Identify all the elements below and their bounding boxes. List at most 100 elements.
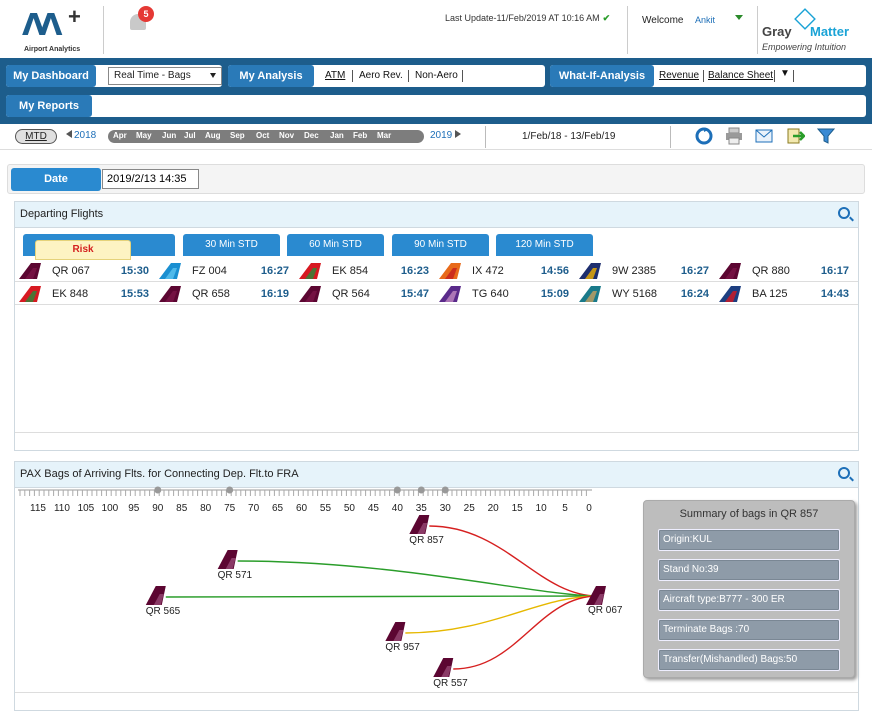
link-divider: [703, 70, 704, 82]
flight-time: 14:56: [540, 265, 569, 277]
flight-time: 14:43: [820, 288, 849, 300]
tab-risk[interactable]: Risk: [35, 240, 131, 260]
whatif-link-revenue[interactable]: Revenue: [659, 70, 699, 81]
panel-title: PAX Bags of Arriving Flts. for Connectin…: [20, 468, 299, 480]
mail-icon[interactable]: [755, 127, 773, 145]
flight-code: TG 640: [472, 288, 509, 300]
export-icon[interactable]: [787, 127, 805, 145]
oman-tail-icon: [577, 285, 603, 303]
link-divider: [774, 70, 775, 82]
scale-label: 20: [487, 503, 499, 514]
user-menu-caret-icon[interactable]: [735, 15, 743, 20]
month-mar[interactable]: Mar: [377, 131, 391, 140]
departing-flight-label: QR 067: [588, 605, 623, 616]
notification-bell-button[interactable]: 5: [128, 6, 154, 32]
scale-label: 5: [562, 503, 568, 514]
flight-time: 16:27: [680, 265, 709, 277]
month-jan[interactable]: Jan: [330, 131, 344, 140]
month-oct[interactable]: Oct: [256, 131, 269, 140]
flight-time: 16:17: [820, 265, 849, 277]
flight-item[interactable]: QR 880 16:17: [715, 260, 855, 282]
date-filter-bar: Date: [7, 164, 865, 194]
flight-time: 16:23: [400, 265, 429, 277]
more-caret-icon[interactable]: ▼: [780, 68, 790, 79]
link-divider: [408, 70, 409, 82]
tab-30-min-std[interactable]: 30 Min STD: [183, 234, 280, 256]
panel-title: Departing Flights: [20, 208, 104, 220]
month-may[interactable]: May: [136, 131, 152, 140]
filter-icon[interactable]: [817, 127, 835, 145]
last-update-text: Last Update-11/Feb/2019 AT 10:16 AM ✔: [445, 13, 610, 24]
scale-label: 40: [391, 503, 403, 514]
flight-item[interactable]: 9W 2385 16:27: [575, 260, 715, 282]
reports-nav: My Reports: [6, 95, 866, 117]
month-dec[interactable]: Dec: [304, 131, 319, 140]
month-sep[interactable]: Sep: [230, 131, 245, 140]
month-feb[interactable]: Feb: [353, 131, 367, 140]
user-name[interactable]: Ankit: [695, 15, 715, 25]
month-strip[interactable]: Apr May Jun Jul Aug Sep Oct Nov Dec Jan …: [108, 130, 424, 143]
scale-label: 70: [248, 503, 260, 514]
month-nov[interactable]: Nov: [279, 131, 294, 140]
check-icon: ✔: [602, 13, 611, 23]
what-if-analysis-button[interactable]: What-If-Analysis: [550, 65, 654, 87]
flight-item[interactable]: QR 658 16:19: [155, 283, 295, 305]
flight-item[interactable]: TG 640 15:09: [435, 283, 575, 305]
link-divider: [352, 70, 353, 82]
flight-item[interactable]: WY 5168 16:24: [575, 283, 715, 305]
my-dashboard-button[interactable]: My Dashboard: [6, 65, 96, 87]
flight-item[interactable]: EK 854 16:23: [295, 260, 435, 282]
flight-item[interactable]: QR 564 15:47: [295, 283, 435, 305]
flight-code: EK 854: [332, 265, 369, 277]
flight-item[interactable]: IX 472 14:56: [435, 260, 575, 282]
zoom-icon[interactable]: [838, 467, 850, 479]
scale-label: 15: [511, 503, 523, 514]
scale-label: 35: [415, 503, 427, 514]
emirates-tail-icon: [17, 285, 43, 303]
dashboard-select[interactable]: Real Time - Bags: [108, 67, 222, 85]
my-analysis-button[interactable]: My Analysis: [228, 65, 314, 87]
whatif-link-balance-sheet[interactable]: Balance Sheet: [708, 70, 773, 81]
airport-analytics-logo[interactable]: ΛΛ + Airport Analytics: [22, 4, 84, 56]
flight-item[interactable]: FZ 004 16:27: [155, 260, 295, 282]
scale-label: 60: [295, 503, 308, 514]
scale-label: 30: [439, 503, 451, 514]
summary-stand: Stand No:39: [658, 559, 840, 581]
month-jun[interactable]: Jun: [162, 131, 176, 140]
panel-header: PAX Bags of Arriving Flts. for Connectin…: [15, 462, 858, 488]
flight-item[interactable]: BA 125 14:43: [715, 283, 855, 305]
brand-left: Gray: [762, 24, 792, 39]
tab-120-min-std[interactable]: 120 Min STD: [496, 234, 593, 256]
flight-code: QR 564: [332, 288, 370, 300]
header-divider: [757, 6, 758, 54]
month-aug[interactable]: Aug: [205, 131, 221, 140]
refresh-icon[interactable]: [695, 127, 713, 145]
analysis-link-aero-rev[interactable]: Aero Rev.: [359, 70, 403, 81]
date-label: Date: [11, 168, 101, 191]
qatar-tail-icon: [17, 262, 43, 280]
date-input[interactable]: [102, 169, 199, 189]
tab-60-min-std[interactable]: 60 Min STD: [287, 234, 384, 256]
timeline-divider: [485, 126, 486, 148]
print-icon[interactable]: [725, 127, 743, 145]
flight-code: WY 5168: [612, 288, 658, 300]
year-end-nav[interactable]: 2019: [430, 130, 462, 141]
mtd-button[interactable]: MTD: [15, 129, 57, 144]
scale-label: 75: [224, 503, 236, 514]
year-start-nav[interactable]: 2018: [66, 130, 96, 141]
analysis-link-atm[interactable]: ATM: [325, 70, 345, 81]
my-reports-button[interactable]: My Reports: [6, 95, 92, 117]
welcome-label: Welcome: [642, 15, 684, 26]
analysis-link-non-aero[interactable]: Non-Aero: [415, 70, 458, 81]
flight-item[interactable]: EK 848 15:53: [15, 283, 155, 305]
scale-label: 55: [319, 503, 332, 514]
flight-item[interactable]: QR 067 15:30: [15, 260, 155, 282]
month-jul[interactable]: Jul: [184, 131, 196, 140]
tab-90-min-std[interactable]: 90 Min STD: [392, 234, 489, 256]
navigation-band: My Dashboard Real Time - Bags My Analysi…: [0, 58, 872, 124]
arriving-flight-label: QR 565: [145, 606, 181, 617]
header-divider: [103, 6, 104, 54]
month-apr[interactable]: Apr: [113, 131, 127, 140]
zoom-icon[interactable]: [838, 207, 850, 219]
flight-code: BA 125: [752, 288, 788, 300]
